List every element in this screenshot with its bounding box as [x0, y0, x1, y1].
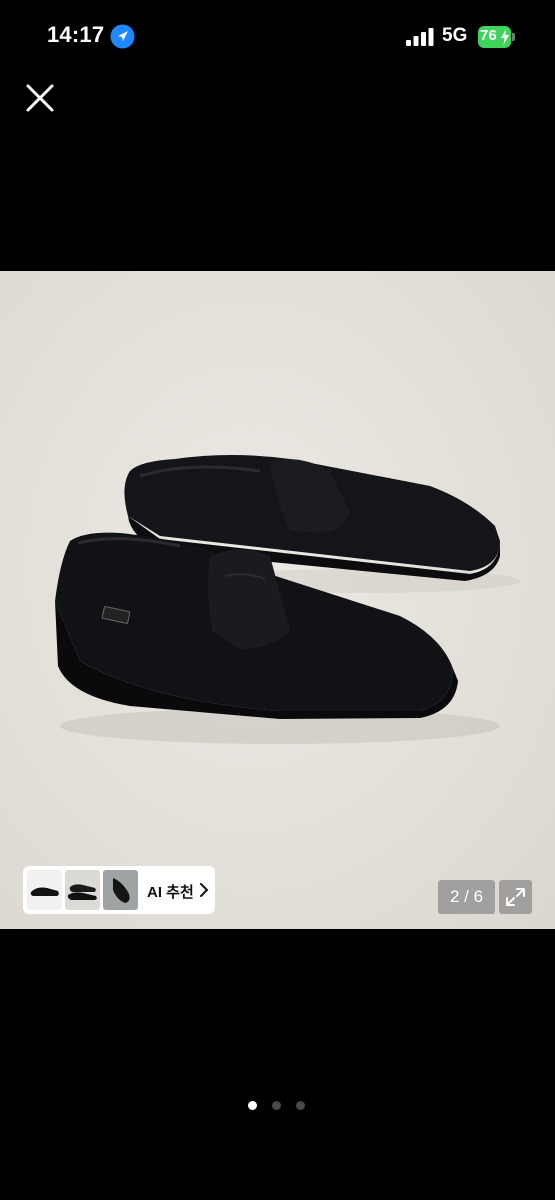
page-dot-1[interactable]: [248, 1101, 257, 1110]
thumbnail-2[interactable]: [65, 870, 100, 910]
expand-icon: [506, 888, 525, 906]
shoe-image: [0, 271, 555, 929]
signal-bars-icon: [406, 28, 434, 46]
chevron-right-icon: [200, 883, 209, 897]
image-counter: 2 / 6: [438, 880, 495, 914]
charging-bolt-icon: [501, 29, 509, 45]
product-photo[interactable]: AI 추천 2 / 6: [0, 271, 555, 929]
battery-body: 76: [478, 26, 511, 48]
ai-recommend-label: AI 추천: [147, 884, 194, 901]
page-indicator: [248, 1101, 308, 1111]
battery-tip: [512, 33, 515, 41]
battery-level: 76: [480, 27, 497, 44]
location-arrow-icon: [110, 24, 135, 49]
thumbnail-3[interactable]: [103, 870, 138, 910]
battery-indicator: 76: [478, 26, 516, 48]
status-time: 14:17: [47, 22, 105, 47]
expand-button[interactable]: [499, 880, 532, 914]
ai-recommend-strip[interactable]: AI 추천: [23, 866, 215, 914]
network-type: 5G: [442, 25, 468, 46]
status-bar: 14:17 5G 76: [0, 0, 555, 72]
page-dot-2[interactable]: [272, 1101, 281, 1110]
close-icon[interactable]: [22, 80, 58, 116]
thumbnail-1[interactable]: [27, 870, 62, 910]
page-dot-3[interactable]: [296, 1101, 305, 1110]
